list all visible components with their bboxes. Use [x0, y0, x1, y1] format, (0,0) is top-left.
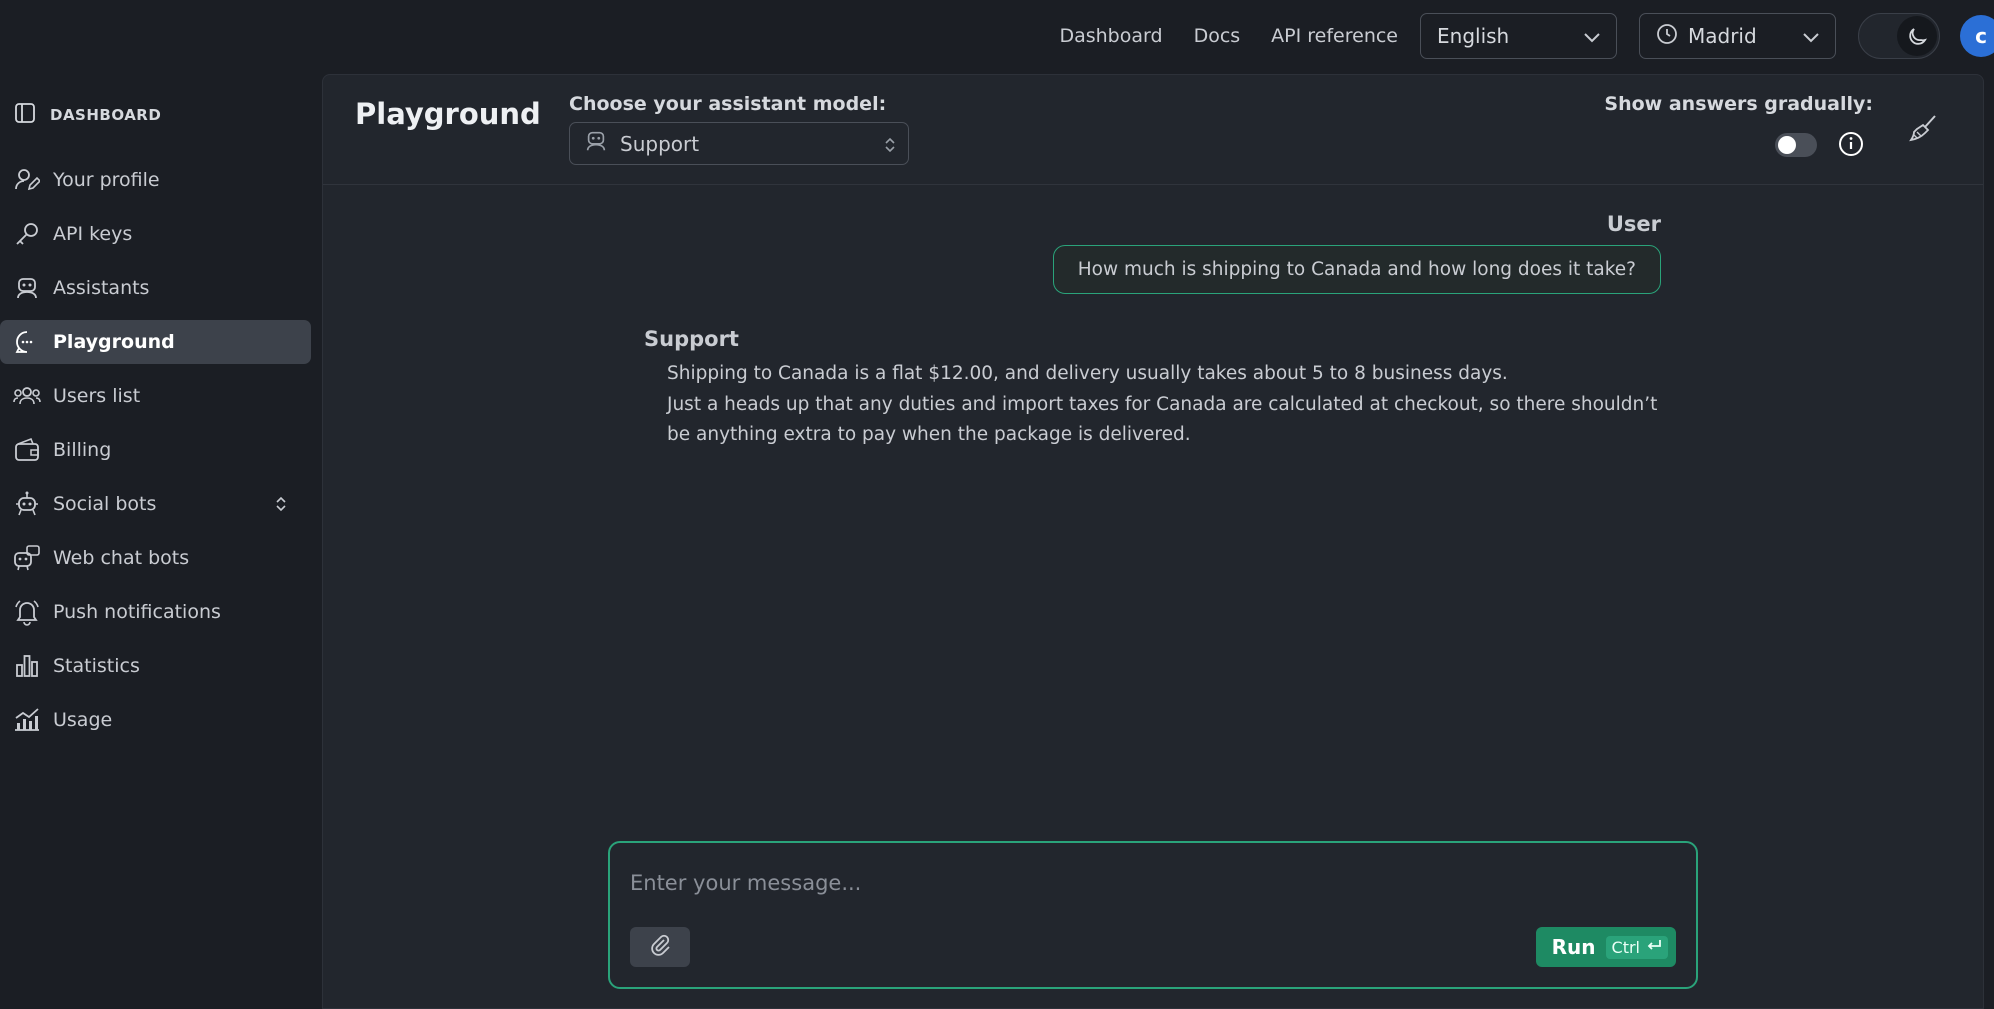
- sidebar-item-usage[interactable]: Usage: [0, 698, 311, 742]
- robot-icon: [584, 129, 608, 158]
- sidebar-item-label: Playground: [53, 331, 175, 353]
- timezone-select[interactable]: Madrid: [1639, 13, 1836, 59]
- bar-chart-icon: [13, 652, 41, 680]
- language-select[interactable]: English: [1420, 13, 1617, 59]
- assistant-message-line: Shipping to Canada is a flat $12.00, and…: [667, 363, 1508, 384]
- sidebar-header[interactable]: DASHBOARD: [14, 102, 161, 128]
- usage-chart-icon: [13, 706, 41, 734]
- nav-api-reference-link[interactable]: API reference: [1271, 25, 1398, 47]
- sidebar: DASHBOARD Your profile API keys Assistan…: [0, 72, 322, 1009]
- model-select-label: Choose your assistant model:: [569, 93, 887, 115]
- run-button[interactable]: Run Ctrl: [1535, 927, 1676, 967]
- gradual-answers-toggle[interactable]: [1775, 133, 1817, 157]
- keyboard-shortcut: Ctrl: [1605, 935, 1668, 959]
- sidebar-item-label: Social bots: [53, 493, 157, 515]
- sidebar-item-assistants[interactable]: Assistants: [0, 266, 311, 310]
- user-message-author: User: [1606, 212, 1661, 236]
- sidebar-item-label: Web chat bots: [53, 547, 190, 569]
- message-input[interactable]: [630, 865, 1670, 901]
- timezone-value: Madrid: [1688, 24, 1757, 48]
- sidebar-item-web-chat-bots[interactable]: Web chat bots: [0, 536, 311, 580]
- robot-icon: [13, 274, 41, 302]
- updown-chevron-icon: [884, 135, 896, 159]
- assistant-model-value: Support: [620, 131, 700, 156]
- moon-icon: [1897, 16, 1937, 56]
- user-message-bubble: How much is shipping to Canada and how l…: [1052, 245, 1661, 294]
- nav-docs-link[interactable]: Docs: [1194, 25, 1241, 47]
- key-icon: [13, 220, 41, 248]
- sidebar-item-label: Billing: [53, 439, 112, 461]
- sidebar-item-label: Users list: [53, 385, 141, 407]
- sidebar-item-statistics[interactable]: Statistics: [0, 644, 311, 688]
- sidebar-header-label: DASHBOARD: [50, 106, 162, 124]
- chevron-down-icon: [1803, 24, 1819, 48]
- wallet-icon: [13, 436, 41, 464]
- sidebar-item-label: Your profile: [53, 169, 160, 191]
- sidebar-panel-icon: [14, 102, 36, 128]
- attach-file-button[interactable]: [630, 927, 690, 967]
- web-chat-bot-icon: [13, 544, 41, 572]
- sidebar-item-label: Assistants: [53, 277, 150, 299]
- gradual-answers-label: Show answers gradually:: [1604, 93, 1873, 115]
- toggle-knob: [1778, 136, 1796, 154]
- assistant-message: Shipping to Canada is a flat $12.00, and…: [667, 359, 1667, 451]
- social-bot-icon: [13, 490, 41, 518]
- enter-key-icon: [1646, 938, 1662, 957]
- playground-header: Playground Choose your assistant model: …: [323, 75, 1983, 185]
- run-button-label: Run: [1551, 935, 1596, 959]
- sidebar-item-playground[interactable]: Playground: [0, 320, 311, 364]
- clock-icon: [1656, 23, 1678, 50]
- expand-collapse-icon[interactable]: [275, 495, 287, 518]
- playground-panel: Playground Choose your assistant model: …: [322, 74, 1984, 1009]
- theme-toggle[interactable]: [1858, 13, 1940, 59]
- chat-bubble-icon: [13, 328, 41, 356]
- broom-clear-icon[interactable]: [1907, 113, 1939, 149]
- sidebar-item-social-bots[interactable]: Social bots: [0, 482, 311, 526]
- language-value: English: [1437, 24, 1510, 48]
- sidebar-item-label: Push notifications: [53, 601, 221, 623]
- info-icon[interactable]: [1838, 131, 1864, 161]
- nav-dashboard-link[interactable]: Dashboard: [1059, 25, 1162, 47]
- users-icon: [13, 382, 41, 410]
- paperclip-icon: [650, 934, 670, 960]
- avatar[interactable]: c: [1960, 15, 1994, 57]
- assistant-message-author: Support: [644, 327, 739, 351]
- bell-icon: [13, 598, 41, 626]
- chevron-down-icon: [1584, 24, 1600, 48]
- sidebar-item-your-profile[interactable]: Your profile: [0, 158, 311, 202]
- sidebar-item-push-notifications[interactable]: Push notifications: [0, 590, 311, 634]
- sidebar-item-label: Usage: [53, 709, 113, 731]
- assistant-message-line: Just a heads up that any duties and impo…: [667, 393, 1658, 446]
- sidebar-item-billing[interactable]: Billing: [0, 428, 311, 472]
- sidebar-item-api-keys[interactable]: API keys: [0, 212, 311, 256]
- sidebar-item-users-list[interactable]: Users list: [0, 374, 311, 418]
- message-composer: Run Ctrl: [608, 841, 1698, 989]
- page-title: Playground: [355, 97, 541, 131]
- sidebar-item-label: API keys: [53, 223, 133, 245]
- sidebar-item-label: Statistics: [53, 655, 140, 677]
- assistant-model-select[interactable]: Support: [569, 122, 909, 165]
- user-edit-icon: [13, 166, 41, 194]
- shortcut-label: Ctrl: [1611, 937, 1640, 957]
- top-bar: Dashboard Docs API reference English Mad…: [0, 0, 1994, 72]
